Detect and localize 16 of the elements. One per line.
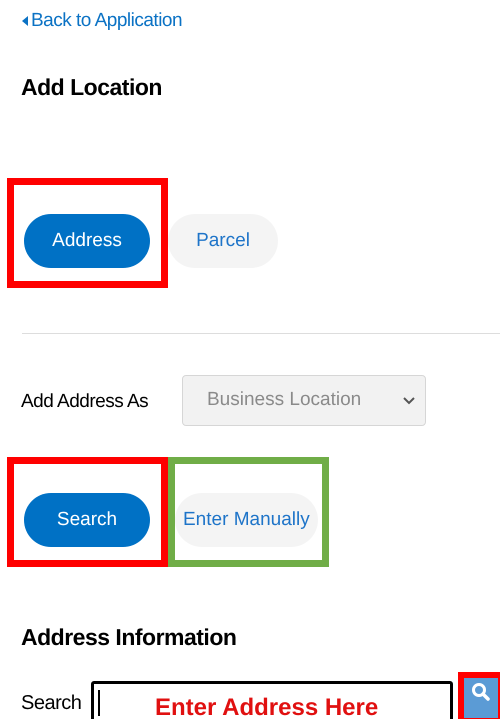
tab-button[interactable]: Search bbox=[24, 493, 150, 547]
field-label: Add Address As bbox=[21, 390, 148, 414]
page-heading: Add Location bbox=[21, 73, 162, 102]
caret-icon bbox=[22, 16, 28, 26]
back-link[interactable]: Back to Application bbox=[22, 7, 182, 36]
search-icon bbox=[471, 682, 491, 702]
text-cursor bbox=[98, 690, 100, 716]
search-button[interactable] bbox=[458, 672, 500, 719]
address-search-field[interactable]: Enter Address Here bbox=[91, 681, 453, 719]
field-label: Search bbox=[21, 691, 82, 716]
section-title: Address Information bbox=[21, 623, 236, 652]
chevron-down-icon bbox=[403, 396, 415, 404]
tab-button[interactable]: Address bbox=[24, 214, 150, 268]
tab-button[interactable]: Parcel bbox=[168, 214, 278, 268]
annotation-text: Enter Address Here bbox=[155, 693, 378, 719]
tab-button[interactable]: Enter Manually bbox=[175, 493, 318, 547]
